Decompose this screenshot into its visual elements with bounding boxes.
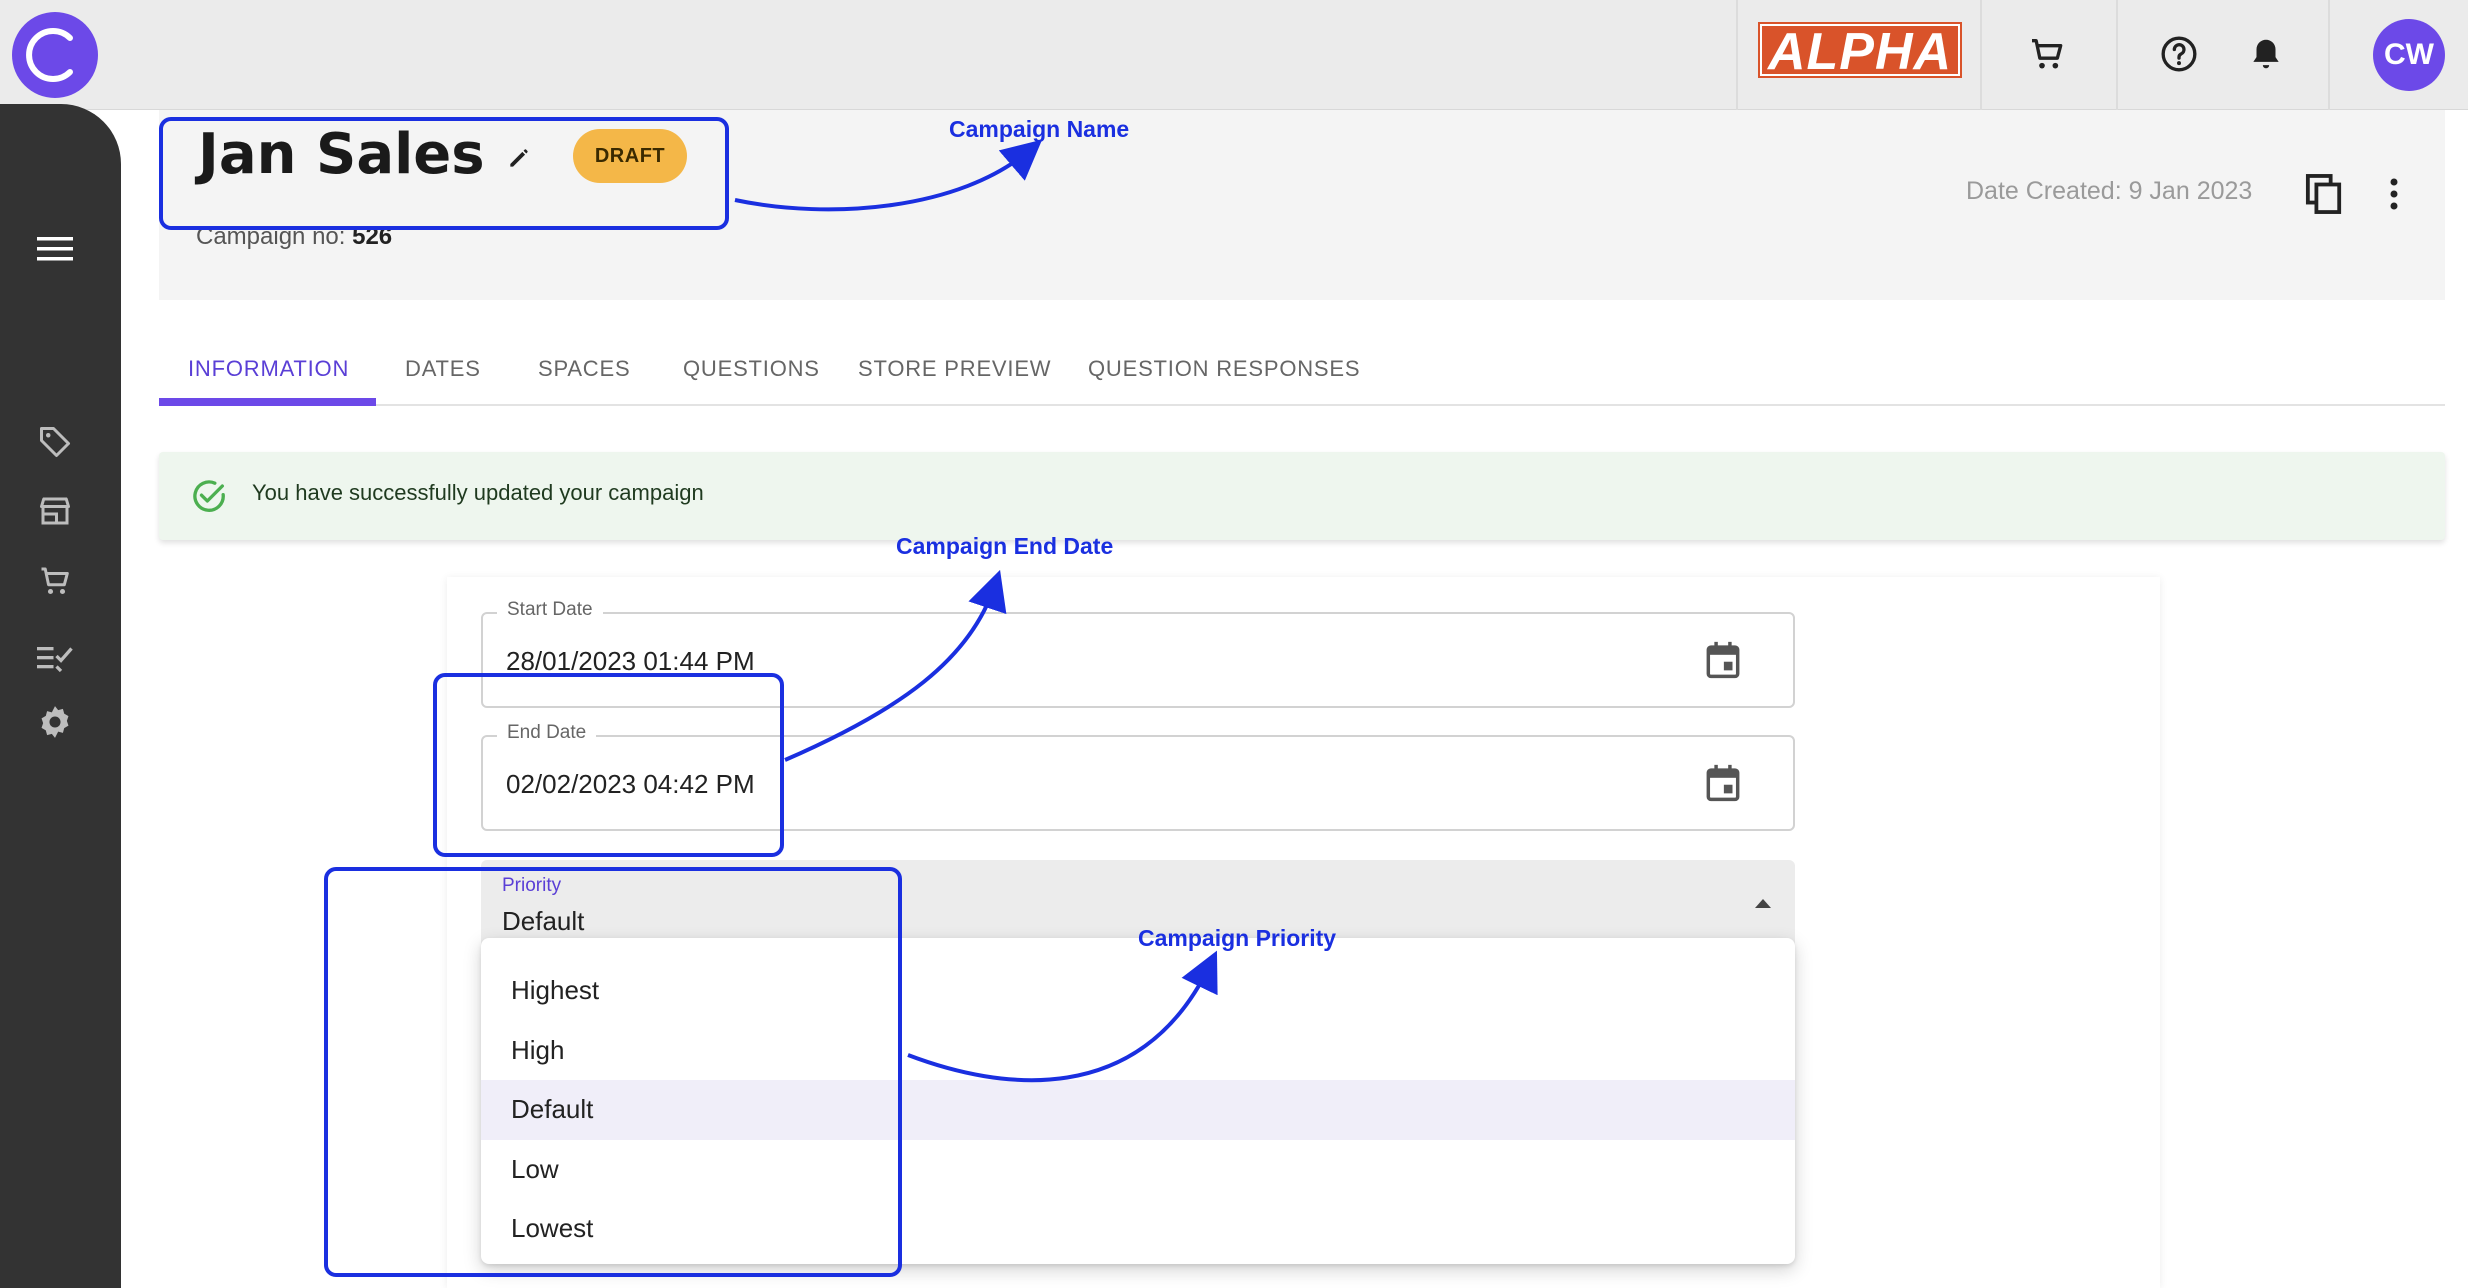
tab-bar: INFORMATION DATES SPACES QUESTIONS STORE… (159, 332, 2445, 406)
topbar-divider (1736, 0, 1738, 110)
topbar-divider (1980, 0, 1982, 110)
annotation-box-priority (324, 867, 902, 1277)
c-logo-icon[interactable] (12, 12, 98, 98)
tab-dates[interactable]: DATES (376, 332, 510, 406)
topbar-divider (2328, 0, 2330, 110)
tab-information[interactable]: INFORMATION (159, 332, 378, 406)
top-bar: ALPHA CW (0, 0, 2468, 110)
calendar-icon[interactable] (1703, 763, 1743, 803)
sidebar (0, 104, 121, 1288)
success-alert: You have successfully updated your campa… (159, 452, 2445, 540)
tab-questions[interactable]: QUESTIONS (654, 332, 849, 406)
tab-spaces[interactable]: SPACES (509, 332, 659, 406)
annotation-box-end-date (433, 673, 784, 857)
tag-icon[interactable] (34, 421, 76, 463)
date-created: Date Created: 9 Jan 2023 (1966, 177, 2253, 205)
cart-icon[interactable] (2023, 30, 2071, 78)
tab-question-responses[interactable]: QUESTION RESPONSES (1059, 332, 1389, 406)
start-date-label: Start Date (497, 599, 603, 621)
annotation-label-end-date: Campaign End Date (896, 533, 1114, 559)
copy-icon[interactable] (2304, 172, 2344, 216)
more-vertical-icon[interactable] (2380, 172, 2408, 216)
caret-up-icon[interactable] (1753, 896, 1773, 910)
check-circle-icon (189, 476, 229, 516)
topbar-divider (2116, 0, 2118, 110)
annotation-box-campaign-name (159, 117, 729, 230)
tab-store-preview[interactable]: STORE PREVIEW (829, 332, 1080, 406)
annotation-label-campaign-name: Campaign Name (949, 116, 1130, 142)
checklist-icon[interactable] (34, 635, 76, 677)
cart-icon[interactable] (34, 560, 76, 602)
bell-icon[interactable] (2242, 30, 2290, 78)
annotation-label-priority: Campaign Priority (1138, 925, 1337, 951)
calendar-icon[interactable] (1703, 640, 1743, 680)
gear-icon[interactable] (34, 701, 76, 743)
tab-indicator (159, 398, 376, 406)
avatar[interactable]: CW (2373, 19, 2445, 91)
help-icon[interactable] (2155, 30, 2203, 78)
env-badge: ALPHA (1758, 22, 1962, 78)
menu-icon[interactable] (34, 228, 76, 270)
alert-message: You have successfully updated your campa… (252, 480, 704, 505)
store-icon[interactable] (34, 490, 76, 532)
